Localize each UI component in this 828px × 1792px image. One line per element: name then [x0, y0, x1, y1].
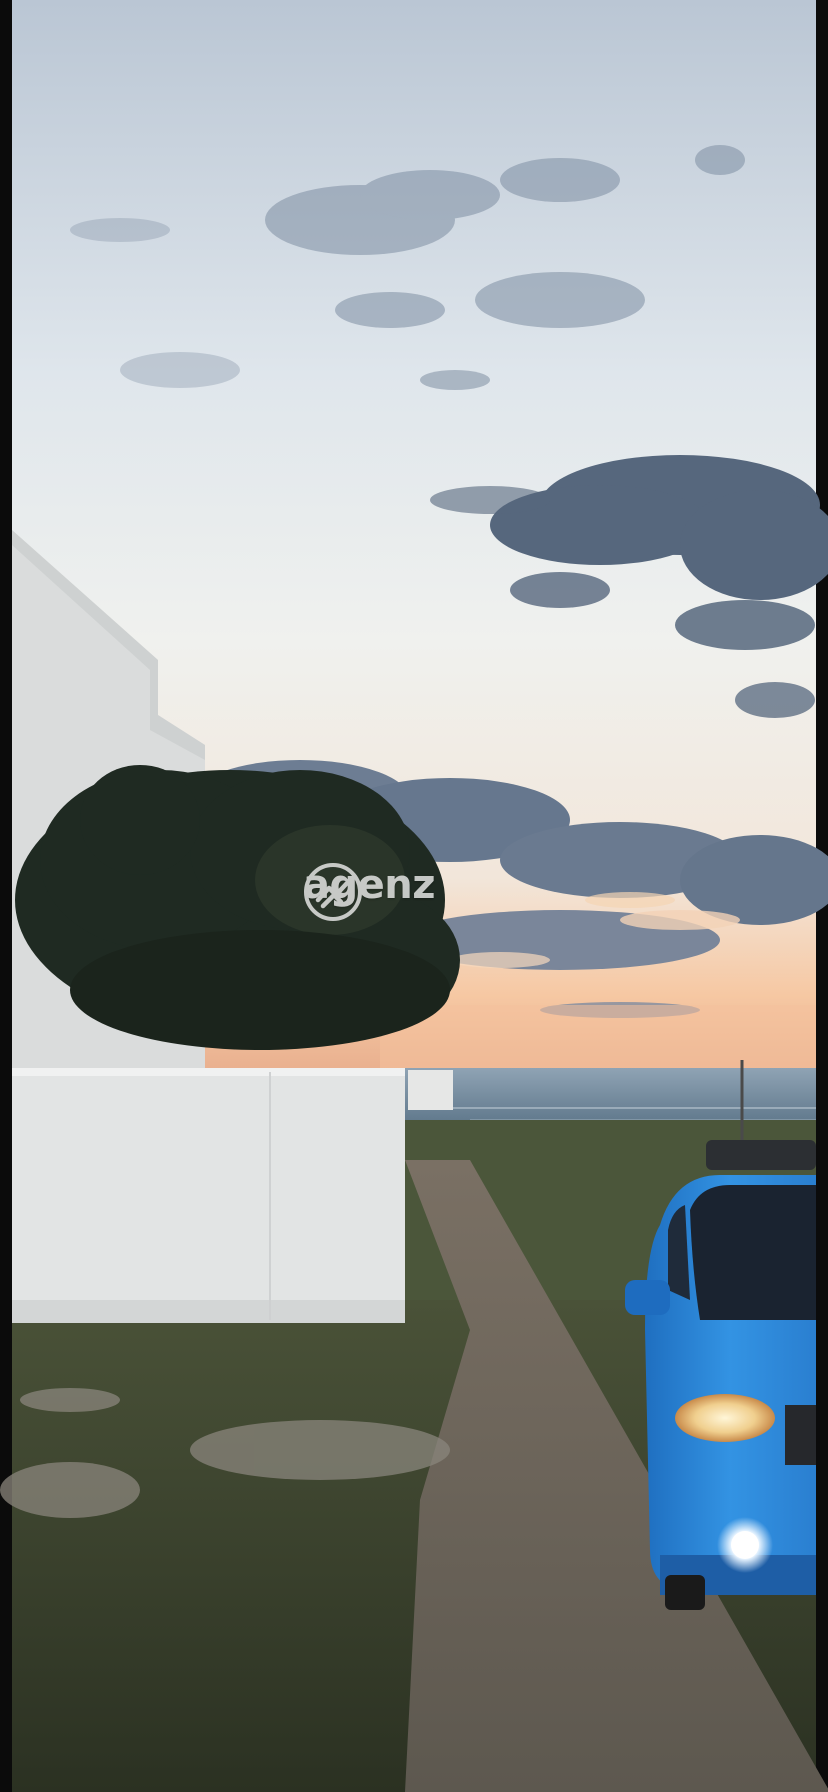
- photo-scene: agenz: [0, 0, 828, 1792]
- agenz-logo-icon: [304, 863, 362, 921]
- boundary-wall: [12, 1068, 405, 1323]
- watermark: agenz: [303, 862, 436, 921]
- sunset-glow: [380, 1005, 816, 1070]
- distant-house: [408, 1070, 453, 1110]
